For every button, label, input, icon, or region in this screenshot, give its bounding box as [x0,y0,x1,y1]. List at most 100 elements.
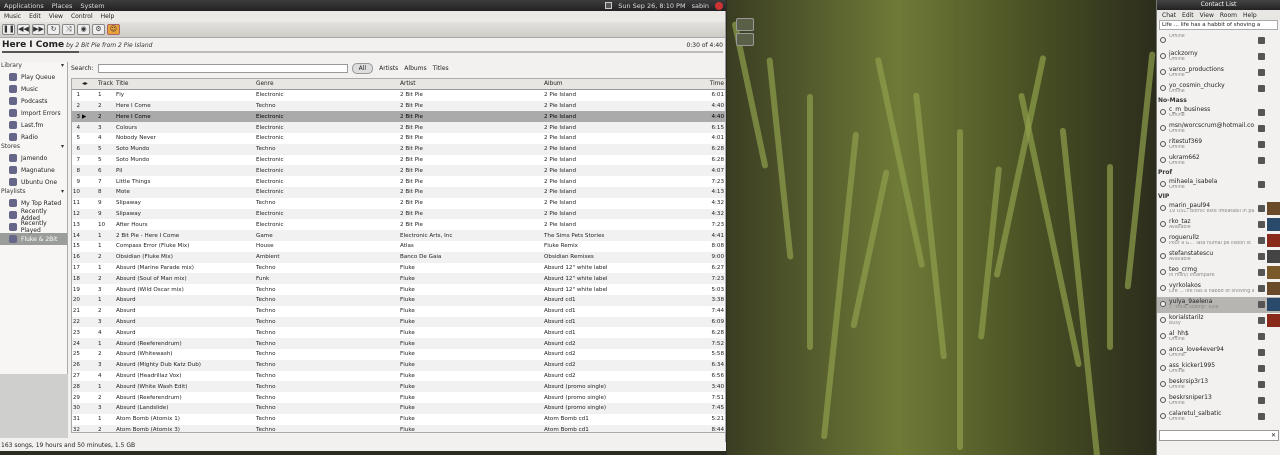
file-transfer-icon[interactable] [1258,53,1265,60]
contact-menu-item[interactable]: Chat [1162,12,1176,19]
contact-item[interactable]: korialstarilz Busy [1157,313,1280,329]
plugin-button[interactable]: ☺ [107,24,120,35]
sidebar-item[interactable]: Magnatune [0,164,67,176]
table-row[interactable]: 21 2 Absurd Techno Fluke Absurd cd1 7:44 [72,306,725,317]
sidebar-item[interactable]: Radio [0,131,67,143]
file-transfer-icon[interactable] [1258,269,1265,276]
file-transfer-icon[interactable] [1258,365,1265,372]
file-transfer-icon[interactable] [1258,205,1265,212]
file-transfer-icon[interactable] [1258,237,1265,244]
table-row[interactable]: 11 9 Slipaway Techno 2 Bit Pie 2 Pie Island 4:… [72,198,725,209]
search-input[interactable] [97,64,348,73]
table-row[interactable]: 23 4 Absurd Techno Fluke Absurd cd1 6:28 [72,327,725,338]
table-row[interactable]: 24 1 Absurd (Reeferendrum) Techno Fluke Absur… [72,338,725,349]
table-row[interactable]: 29 2 Absurd (Reeferendrum) Techno Fluke Absur… [72,392,725,403]
collapse-icon[interactable]: ▾ [61,188,64,197]
stores-header[interactable]: Stores ▾ [0,143,67,152]
contact-item[interactable]: calaretul_salbatic Offline [1157,409,1280,425]
menu-view[interactable]: View [45,13,67,20]
filter-button[interactable]: Titles [433,65,449,72]
table-row[interactable]: 8 6 Pil Electronic 2 Bit Pie 2 Pie Island 4:07 [72,165,725,177]
contact-item[interactable]: teo_crmg in msn// intampare [1157,265,1280,281]
column-header[interactable]: Track [94,81,113,87]
pause-button[interactable]: ❚❚ [2,24,15,35]
sidebar-item[interactable]: Ubuntu One [0,176,67,188]
table-row[interactable]: 22 3 Absurd Techno Fluke Absurd cd1 6:09 [72,316,725,328]
table-row[interactable]: 12 9 Slipaway Electronic 2 Bit Pie 2 Pie Isla… [72,208,725,220]
table-row[interactable]: 15 1 Compass Error (Fluke Mix) House Atlas Fl… [72,241,725,252]
contact-menu-item[interactable]: Help [1243,12,1257,19]
contact-item[interactable]: al_hh$ Offline [1157,329,1280,345]
contact-item[interactable]: roguerullz Pour a G... Tata numai pe lisb… [1157,233,1280,249]
contact-item[interactable]: beskrsip3r13 Offline [1157,377,1280,393]
table-row[interactable]: 5 4 Nobody Never Electronic 2 Bit Pie 2 Pie I… [72,133,725,144]
table-row[interactable]: 10 8 Mote Electronic 2 Bit Pie 2 Pie Island 4:… [72,186,725,198]
file-transfer-icon[interactable] [1258,381,1265,388]
shuffle-button[interactable]: ⤨ [62,24,75,35]
contact-item[interactable]: mihaela_isabela Offline [1157,177,1280,193]
contact-menu-item[interactable]: Edit [1182,12,1194,19]
menu-edit[interactable]: Edit [25,13,45,20]
contact-menu-item[interactable]: View [1200,12,1214,19]
sidebar-item[interactable]: Music [0,83,67,95]
table-row[interactable]: 16 2 Obsidian (Fluke Mix) Ambient Banco De G… [72,251,725,263]
sidebar-item[interactable]: Jamendo [0,152,67,164]
table-row[interactable]: 6 5 Soto Mundo Techno 2 Bit Pie 2 Pie Island 6… [72,143,725,155]
file-transfer-icon[interactable] [1258,285,1265,292]
contact-item[interactable]: yulya_9aelena ♪ "Holic scamp" Kisa [1157,297,1280,313]
next-button[interactable]: ▶▶ [32,24,45,35]
applications-menu[interactable]: Applications [0,2,48,10]
contact-item[interactable]: stefanstatescu Available [1157,249,1280,265]
table-row[interactable]: 26 3 Absurd (Mighty Dub Katz Dub) Techno Flu… [72,359,725,371]
contact-item[interactable]: ukram662 Offline [1157,153,1280,169]
contact-item[interactable]: beskrsniper13 Offline [1157,393,1280,409]
table-row[interactable]: 1 1 Fly Electronic 2 Bit Pie 2 Pie Island 6:01 [72,90,725,101]
table-row[interactable]: 18 2 Absurd (Soul of Man mix) Funk Fluke Absu… [72,273,725,285]
previous-button[interactable]: ◀◀ [17,24,30,35]
file-transfer-icon[interactable] [1258,181,1265,188]
file-transfer-icon[interactable] [1258,157,1265,164]
table-row[interactable]: 28 1 Absurd (White Wash Edit) Techno Fluke Ab… [72,381,725,393]
file-transfer-icon[interactable] [1258,349,1265,356]
column-header[interactable]: Time [686,81,724,87]
file-transfer-icon[interactable] [1258,413,1265,420]
table-row[interactable]: 30 3 Absurd (Landslide) Techno Fluke Absurd (… [72,402,725,414]
table-row[interactable]: 7 5 Soto Mundo Electronic 2 Bit Pie 2 Pie Isl… [72,155,725,166]
file-transfer-icon[interactable] [1258,37,1265,44]
table-row[interactable]: 25 2 Absurd (Whitewash) Techno Fluke Absurd c… [72,349,725,360]
contact-item[interactable]: msn/worcscrum@hotmail.co.uk Offline [1157,121,1280,137]
user-menu[interactable]: sabin [689,2,712,10]
file-transfer-icon[interactable] [1258,69,1265,76]
column-header[interactable]: Artist [398,81,542,87]
status-message-input[interactable]: Life ... life has a habbit of shoving a [1159,20,1278,30]
table-row[interactable]: 20 1 Absurd Techno Fluke Absurd cd1 3:38 [72,294,725,306]
preferences-button[interactable]: ⚙ [92,24,105,35]
sidebar-item[interactable]: Last.fm [0,119,67,131]
filter-button[interactable]: Albums [404,65,426,72]
sidebar-item[interactable]: Import Errors [0,107,67,119]
contact-item[interactable]: rko_taz Available [1157,217,1280,233]
table-row[interactable]: 9 7 Little Things Electronic 2 Bit Pie 2 Pie … [72,176,725,187]
table-row[interactable]: 4 3 Colours Electronic 2 Bit Pie 2 Pie Island… [72,122,725,133]
table-row[interactable]: 19 3 Absurd (Wild Oscar mix) Techno Fluke Abs… [72,284,725,295]
contact-item[interactable]: ritestuf369 Offline [1157,137,1280,153]
column-header[interactable]: Genre [254,81,398,87]
table-row[interactable]: 32 2 Atom Bomb (Atomix 3) Techno Fluke Atom B… [72,424,725,432]
file-transfer-icon[interactable] [1258,109,1265,116]
contact-group-header[interactable]: No-Mass [1157,97,1280,105]
menu-music[interactable]: Music [0,13,25,20]
table-row[interactable]: 31 1 Atom Bomb (Atomix 1) Techno Fluke Atom B… [72,414,725,425]
contact-item[interactable]: ass_kicker1995 Offline [1157,361,1280,377]
col-playing[interactable]: ◂▸ [82,81,94,87]
file-transfer-icon[interactable] [1258,125,1265,132]
close-icon[interactable]: ✕ [1271,432,1276,439]
file-transfer-icon[interactable] [1258,333,1265,340]
file-transfer-icon[interactable] [1258,85,1265,92]
system-menu[interactable]: System [76,2,108,10]
file-transfer-icon[interactable] [1258,317,1265,324]
contact-search-input[interactable]: ✕ [1159,430,1279,441]
file-transfer-icon[interactable] [1258,397,1265,404]
filter-button[interactable]: Artists [379,65,398,72]
column-header[interactable]: Album [542,81,686,87]
contact-item[interactable]: yo_cosmin_chucky Offline [1157,81,1280,97]
